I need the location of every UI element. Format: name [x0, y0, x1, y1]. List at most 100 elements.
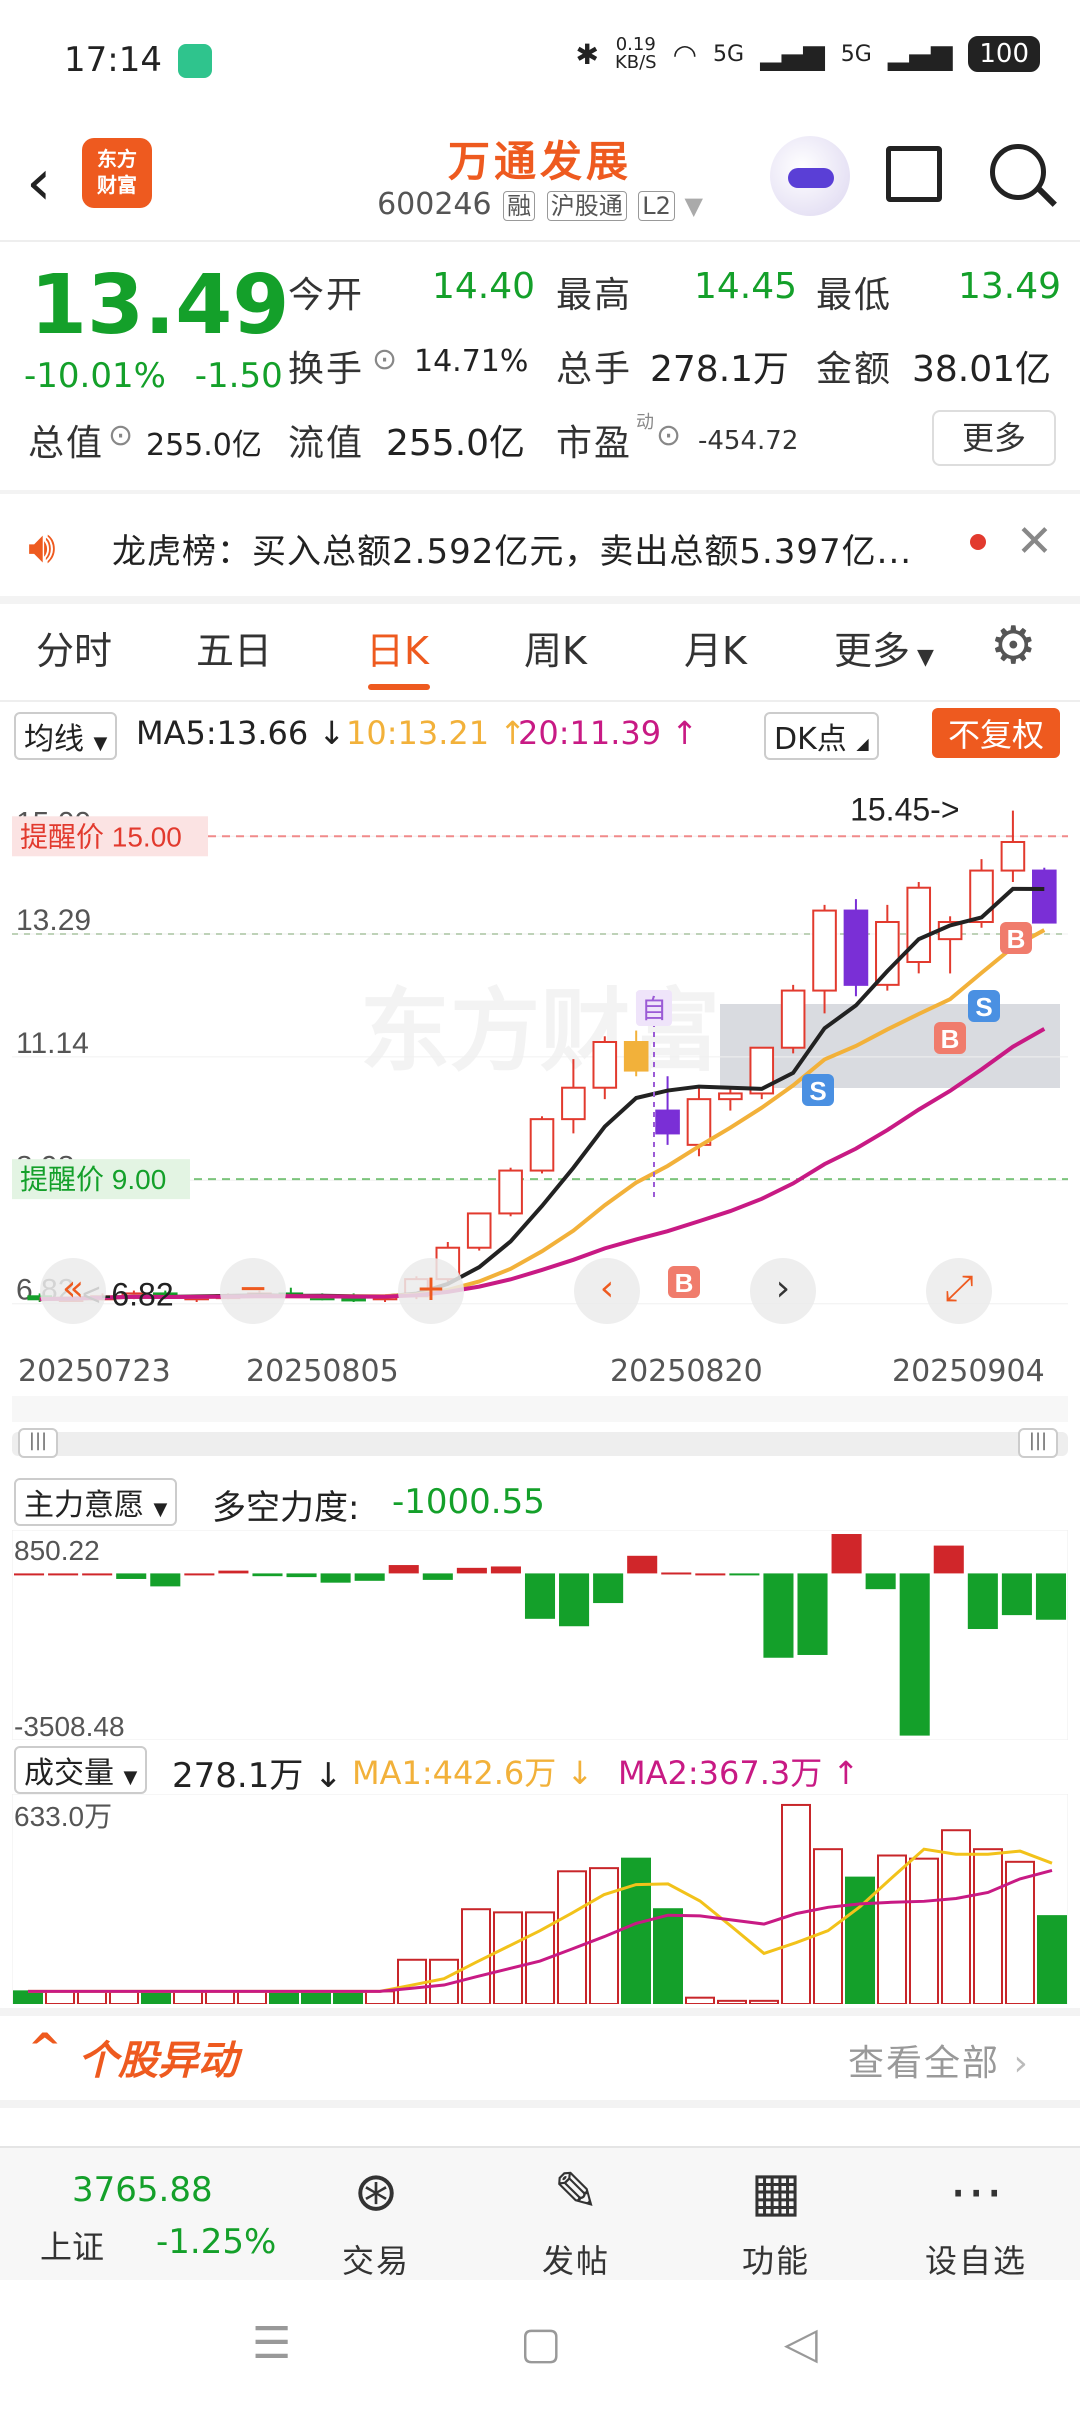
tab-daily-k[interactable]: 日K [366, 620, 429, 675]
force-bar [422, 1573, 453, 1580]
candle [875, 921, 900, 986]
force-bar [661, 1572, 692, 1575]
chevron-up-icon[interactable]: ^ [28, 2026, 62, 2072]
stock-alerts-title: 个股异动 [78, 2038, 238, 2084]
active-tab-indicator [368, 684, 430, 690]
expand-icon[interactable]: ⤢ [926, 1258, 992, 1324]
main-force-selector[interactable]: 主力意愿 ▼ [14, 1478, 178, 1526]
back-nav-icon[interactable]: ◁ [784, 2318, 818, 2369]
volume-value: 278.1万 [650, 349, 790, 390]
candle [498, 1169, 523, 1215]
tab-weekly-k[interactable]: 周K [524, 620, 587, 675]
dk-selector[interactable]: DK点 ◢ [764, 712, 879, 760]
dropdown-icon[interactable]: ▼ [684, 192, 702, 220]
add-watchlist-icon[interactable]: ⋯ [906, 2160, 1046, 2223]
volume-bar [717, 1999, 747, 2004]
self-tag: 自 [641, 994, 667, 1024]
index-value[interactable]: 3765.88 [72, 2170, 213, 2210]
volume-bar [941, 1829, 971, 2004]
chart-scrollbar[interactable] [12, 1432, 1068, 1456]
index-change[interactable]: -1.25% [156, 2222, 276, 2262]
nav-post[interactable]: 发帖 [506, 2236, 646, 2282]
volume-bar [365, 1990, 395, 2004]
index-name[interactable]: 上证 [40, 2222, 104, 2268]
candle [1000, 841, 1026, 872]
main-force-chart[interactable]: 850.22 -3508.48 [12, 1530, 1068, 1740]
float-cap-label: 流值 [288, 423, 365, 464]
info-icon-3[interactable]: ⊙ [656, 418, 681, 453]
force-bar [831, 1534, 862, 1574]
vol-ma2-label: MA2:367.3万 ↑ [618, 1754, 860, 1792]
trade-marker-label: S [809, 1076, 826, 1106]
date-label: 20250723 [18, 1354, 171, 1389]
view-all-link[interactable]: 查看全部 › [848, 2034, 1030, 2086]
y-tick-label: 11.14 [16, 1027, 89, 1060]
status-bar: 17:14 ✱ 0.19 KB/S ◠ 5G ▂▄▆ 5G ▂▄▆ 100 [0, 0, 1080, 120]
next-icon[interactable]: › [750, 1258, 816, 1324]
volume-bar [973, 1848, 1003, 2004]
tab-monthly-k[interactable]: 月K [684, 620, 747, 675]
scroll-handle-right[interactable]: ||| [1018, 1428, 1058, 1458]
force-bar [14, 1573, 45, 1576]
zoom-in-icon[interactable]: + [398, 1258, 464, 1324]
force-bar [48, 1573, 79, 1576]
divider [0, 596, 1080, 604]
nav-trade[interactable]: 交易 [306, 2236, 446, 2282]
volume-selector[interactable]: 成交量 ▼ [14, 1746, 148, 1794]
menu-icon[interactable]: ☰ [252, 2318, 291, 2369]
info-icon[interactable]: ⊙ [372, 342, 397, 377]
volume-bar [781, 1803, 811, 2004]
force-bar [286, 1573, 317, 1578]
zoom-out-icon[interactable]: − [220, 1258, 286, 1324]
candle [529, 1118, 555, 1172]
tab-five-day[interactable]: 五日 [196, 620, 272, 675]
force-bar [763, 1573, 794, 1658]
scroll-handle-left[interactable]: ||| [18, 1428, 58, 1458]
volume-value-label: 278.1万 ↓ [172, 1756, 343, 1796]
candle [780, 989, 806, 1049]
close-icon[interactable]: ✕ [1016, 516, 1053, 567]
ma-selector[interactable]: 均线 ▼ [14, 712, 118, 760]
force-bar [797, 1573, 828, 1655]
functions-icon[interactable]: ▦ [706, 2160, 846, 2223]
nav-functions[interactable]: 功能 [706, 2236, 846, 2282]
home-icon[interactable]: ▢ [520, 2318, 562, 2369]
force-bar [456, 1567, 487, 1574]
force-bar [1001, 1573, 1032, 1616]
signal-icon: 5G [713, 41, 745, 67]
notice-text: 龙虎榜：买入总额2.592亿元，卖出总额5.397亿... [112, 532, 913, 572]
y-tick-label: 13.29 [16, 904, 91, 937]
candle [466, 1212, 492, 1249]
gap [12, 1396, 1068, 1422]
nav-add-watchlist[interactable]: 设自选 [906, 2236, 1046, 2282]
dragon-tiger-notice[interactable]: 🔊︎ 龙虎榜：买入总额2.592亿元，卖出总额5.397亿... [0, 494, 1080, 596]
tab-more[interactable]: 更多 ▼ [834, 620, 934, 675]
force-bar [1035, 1573, 1066, 1620]
gear-icon[interactable]: ⚙ [990, 616, 1037, 676]
trade-marker-label: B [941, 1024, 960, 1054]
ai-assistant-eyes [788, 168, 834, 188]
candle [592, 1041, 618, 1089]
more-button[interactable]: 更多 [932, 410, 1056, 466]
force-bar [252, 1573, 283, 1577]
share-icon[interactable] [886, 146, 942, 202]
date-label: 20250820 [610, 1354, 763, 1389]
trade-icon[interactable]: ⊛ [306, 2160, 446, 2223]
volume-chart[interactable]: 633.0万 [12, 1794, 1068, 2004]
kline-chart[interactable]: 东方财富15.0013.2911.148.986.82提醒价 15.00提醒价 … [12, 762, 1068, 1342]
peak-label: 15.45-> [850, 792, 959, 828]
no-restore-button[interactable]: 不复权 [932, 708, 1061, 758]
battery-saver-icon [178, 44, 212, 78]
post-icon[interactable]: ✎ [506, 2160, 646, 2223]
volume-bar [333, 1990, 363, 2004]
rewind-icon[interactable]: « [40, 1258, 106, 1324]
force-bar [82, 1573, 113, 1576]
info-icon-2[interactable]: ⊙ [108, 418, 133, 453]
candle [812, 909, 837, 992]
prev-icon[interactable]: ‹ [574, 1258, 640, 1324]
tab-intraday[interactable]: 分时 [36, 620, 112, 675]
force-bar [933, 1545, 964, 1574]
force-value: -1000.55 [392, 1482, 545, 1522]
candle [686, 1098, 712, 1146]
status-icons: ✱ 0.19 KB/S ◠ 5G ▂▄▆ 5G ▂▄▆ 100 [575, 36, 1040, 72]
